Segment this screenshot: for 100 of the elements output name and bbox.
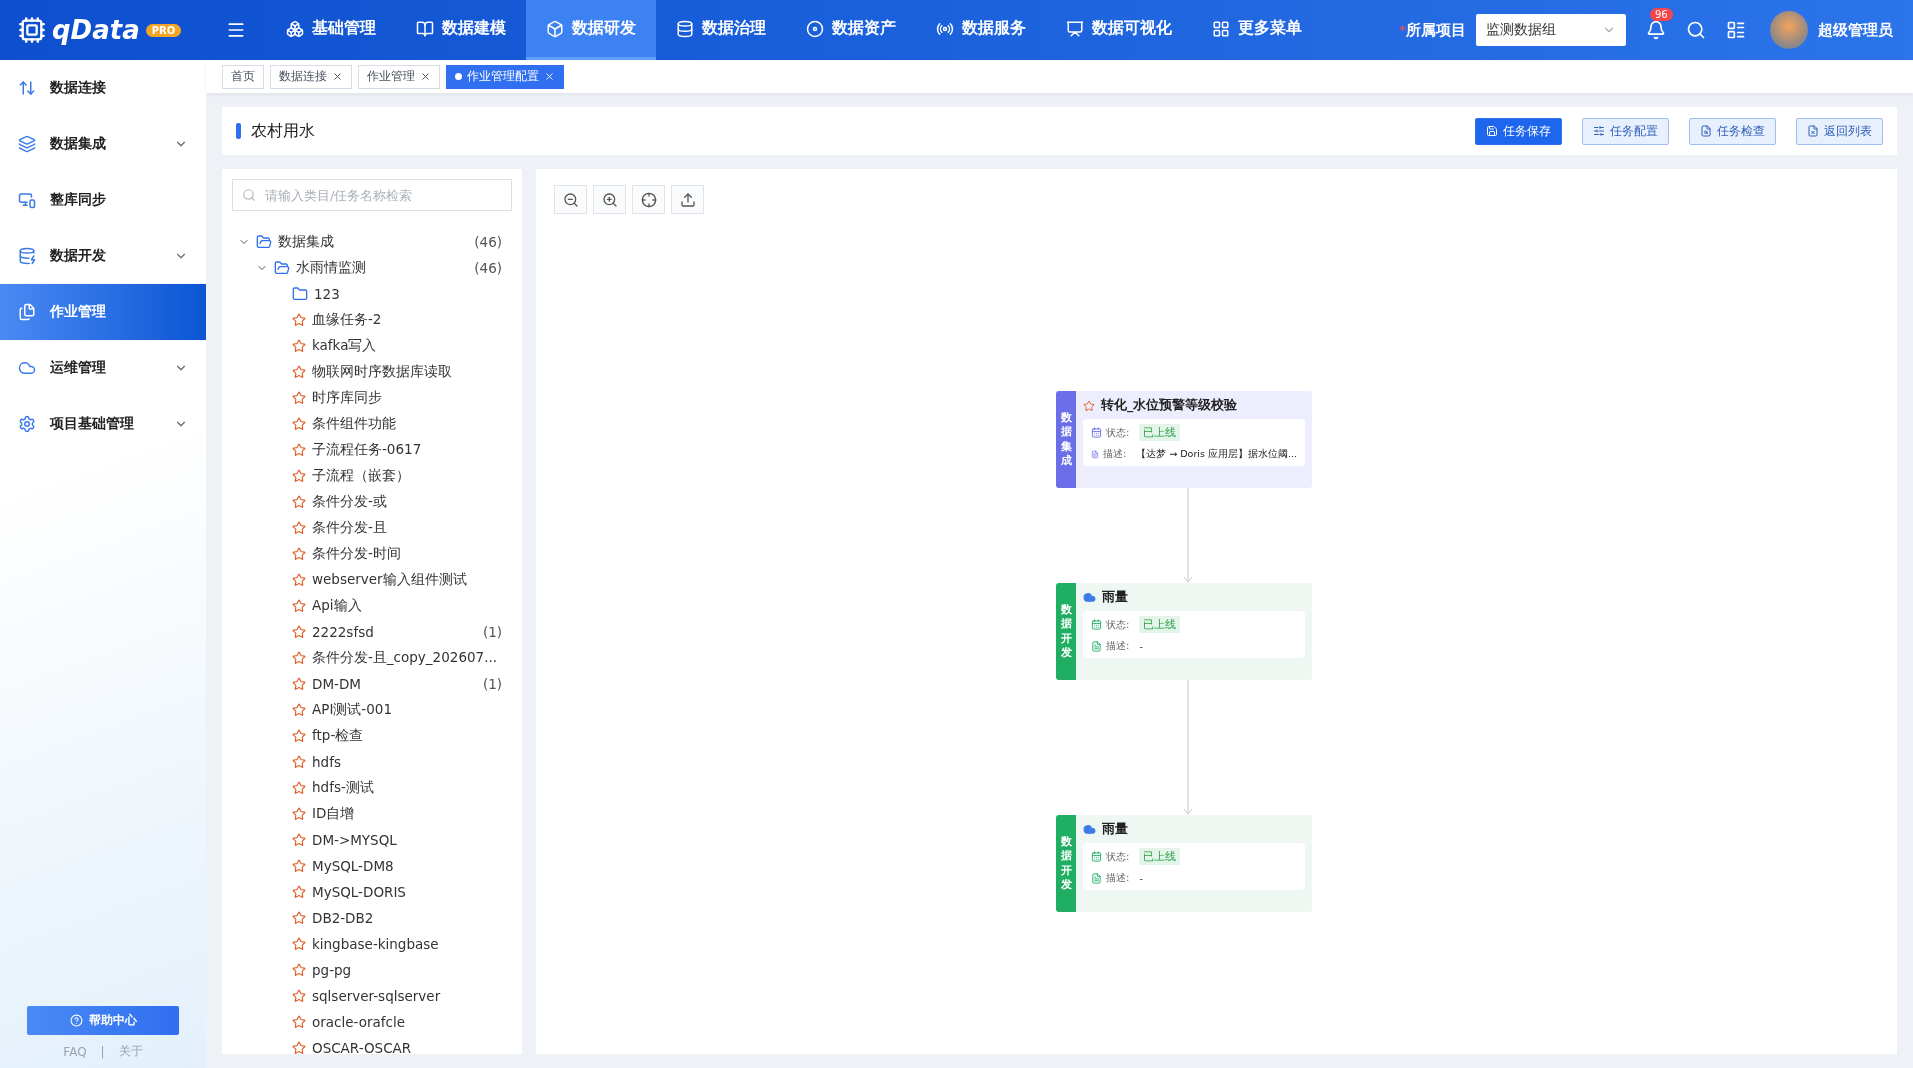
tree-item[interactable]: Api输入 <box>232 593 512 619</box>
sidebar-item[interactable]: 数据开发 <box>0 228 206 284</box>
sidebar-item[interactable]: 数据连接 <box>0 60 206 116</box>
description-label: 描述: <box>1102 447 1127 461</box>
tree-item[interactable]: MySQL-DORIS <box>232 879 512 905</box>
node-title: 雨量 <box>1102 821 1128 838</box>
tree-item[interactable]: 物联网时序数据库读取 <box>232 359 512 385</box>
star-icon <box>292 703 306 717</box>
action-button[interactable]: 任务保存 <box>1475 117 1562 145</box>
nav-item[interactable]: 数据治理 <box>656 0 786 60</box>
tree-item[interactable]: 时序库同步 <box>232 385 512 411</box>
nav-item[interactable]: 数据服务 <box>916 0 1046 60</box>
action-button[interactable]: 任务配置 <box>1582 117 1669 145</box>
page-tab[interactable]: 作业管理配置 <box>446 64 564 89</box>
nav-item[interactable]: 基础管理 <box>266 0 396 60</box>
tree-item[interactable]: ftp-检查 <box>232 723 512 749</box>
flow-node[interactable]: 数据开发 雨量 状态: 已上线 描述: - <box>1056 815 1312 912</box>
tree-item[interactable]: 条件分发-且_copy_202607... <box>232 645 512 671</box>
star-icon <box>292 911 306 925</box>
page-tab[interactable]: 首页 <box>222 64 264 89</box>
menu-icon[interactable] <box>226 20 246 40</box>
star-icon <box>292 417 306 431</box>
star-icon <box>292 1015 306 1029</box>
nav-icon <box>1066 19 1084 38</box>
help-center-button[interactable]: 帮助中心 <box>27 1006 179 1035</box>
tree-item[interactable]: kingbase-kingbase <box>232 931 512 957</box>
search-icon[interactable] <box>1686 20 1706 40</box>
action-icon <box>1593 125 1605 137</box>
upload-button[interactable] <box>671 185 704 214</box>
close-icon[interactable] <box>420 71 431 82</box>
zoom-in-button[interactable] <box>593 185 626 214</box>
nav-item[interactable]: 数据研发 <box>526 0 656 60</box>
tree-item[interactable]: kafka写入 <box>232 333 512 359</box>
flow-node[interactable]: 数据开发 雨量 状态: 已上线 描述: - <box>1056 583 1312 680</box>
user-name[interactable]: 超级管理员 <box>1818 20 1893 40</box>
star-icon <box>292 989 306 1003</box>
nav-item[interactable]: 数据资产 <box>786 0 916 60</box>
sidebar-item[interactable]: 数据集成 <box>0 116 206 172</box>
zoom-out-button[interactable] <box>554 185 587 214</box>
page-tab[interactable]: 作业管理 <box>358 64 440 89</box>
tree-item[interactable]: DM->MYSQL <box>232 827 512 853</box>
action-button[interactable]: 任务检查 <box>1689 117 1776 145</box>
flow-node[interactable]: 数据集成 转化_水位预警等级校验 状态: 已上线 描述: 【达梦 → Doris 应用层】据水位阈... <box>1056 391 1312 488</box>
search-field[interactable]: 请输入类目/任务名称检索 <box>232 179 512 211</box>
tree-item[interactable]: 数据集成 (46) <box>232 229 512 255</box>
sidebar-item[interactable]: 作业管理 <box>0 284 206 340</box>
tree-item[interactable]: MySQL-DM8 <box>232 853 512 879</box>
tree-item[interactable]: 血缘任务-2 <box>232 307 512 333</box>
star-icon <box>292 651 306 665</box>
crosshair-button[interactable] <box>632 185 665 214</box>
tree-item[interactable]: 条件分发-时间 <box>232 541 512 567</box>
tree-item[interactable]: 条件分发-或 <box>232 489 512 515</box>
star-icon <box>292 469 306 483</box>
bell-icon[interactable] <box>1646 20 1666 40</box>
upload-icon <box>679 191 696 208</box>
tree-item[interactable]: OSCAR-OSCAR <box>232 1035 512 1054</box>
project-select[interactable]: 监测数据组 <box>1476 14 1626 46</box>
tree-item[interactable]: DB2-DB2 <box>232 905 512 931</box>
status-label: 状态: <box>1106 425 1130 440</box>
close-icon[interactable] <box>332 71 343 82</box>
tree-item[interactable]: 水雨情监测 (46) <box>232 255 512 281</box>
page-tab[interactable]: 数据连接 <box>270 64 352 89</box>
sidebar-icon <box>18 135 36 153</box>
sidebar-icon <box>18 191 36 209</box>
node-category: 数据开发 <box>1060 602 1072 661</box>
star-icon <box>292 885 306 899</box>
layout-icon[interactable] <box>1726 20 1746 40</box>
tree-item[interactable]: oracle-orafcle <box>232 1009 512 1035</box>
nav-item[interactable]: 更多菜单 <box>1192 0 1322 60</box>
description-text: - <box>1139 640 1143 652</box>
tree-item[interactable]: 条件分发-且 <box>232 515 512 541</box>
tree-item[interactable]: 123 <box>232 281 512 307</box>
tree-item[interactable]: pg-pg <box>232 957 512 983</box>
nav-item[interactable]: 数据可视化 <box>1046 0 1192 60</box>
tree-item[interactable]: 子流程（嵌套） <box>232 463 512 489</box>
tree-item[interactable]: DM-DM (1) <box>232 671 512 697</box>
tree-item[interactable]: 子流程任务-0617 <box>232 437 512 463</box>
sidebar-item[interactable]: 运维管理 <box>0 340 206 396</box>
active-dot-icon <box>455 73 462 80</box>
action-button[interactable]: 返回列表 <box>1796 117 1883 145</box>
tree-item[interactable]: 条件组件功能 <box>232 411 512 437</box>
calendar-icon <box>1091 427 1102 438</box>
tree-item[interactable]: webserver输入组件测试 <box>232 567 512 593</box>
sidebar-item[interactable]: 整库同步 <box>0 172 206 228</box>
status-tag: 已上线 <box>1139 424 1181 441</box>
tree-item[interactable]: 2222sfsd (1) <box>232 619 512 645</box>
tree-item[interactable]: hdfs <box>232 749 512 775</box>
nav-item[interactable]: 数据建模 <box>396 0 526 60</box>
document-icon <box>1091 448 1099 460</box>
star-icon <box>292 573 306 587</box>
close-icon[interactable] <box>544 71 555 82</box>
description-text: 【达梦 → Doris 应用层】据水位阈... <box>1136 447 1297 461</box>
tree-item[interactable]: ID自增 <box>232 801 512 827</box>
tree-item[interactable]: hdfs-测试 <box>232 775 512 801</box>
tree-item[interactable]: API测试-001 <box>232 697 512 723</box>
nav-icon <box>676 19 694 38</box>
folder-icon <box>256 234 272 250</box>
sidebar-icon <box>18 359 36 377</box>
sidebar-item[interactable]: 项目基础管理 <box>0 396 206 452</box>
tree-item[interactable]: sqlserver-sqlserver <box>232 983 512 1009</box>
